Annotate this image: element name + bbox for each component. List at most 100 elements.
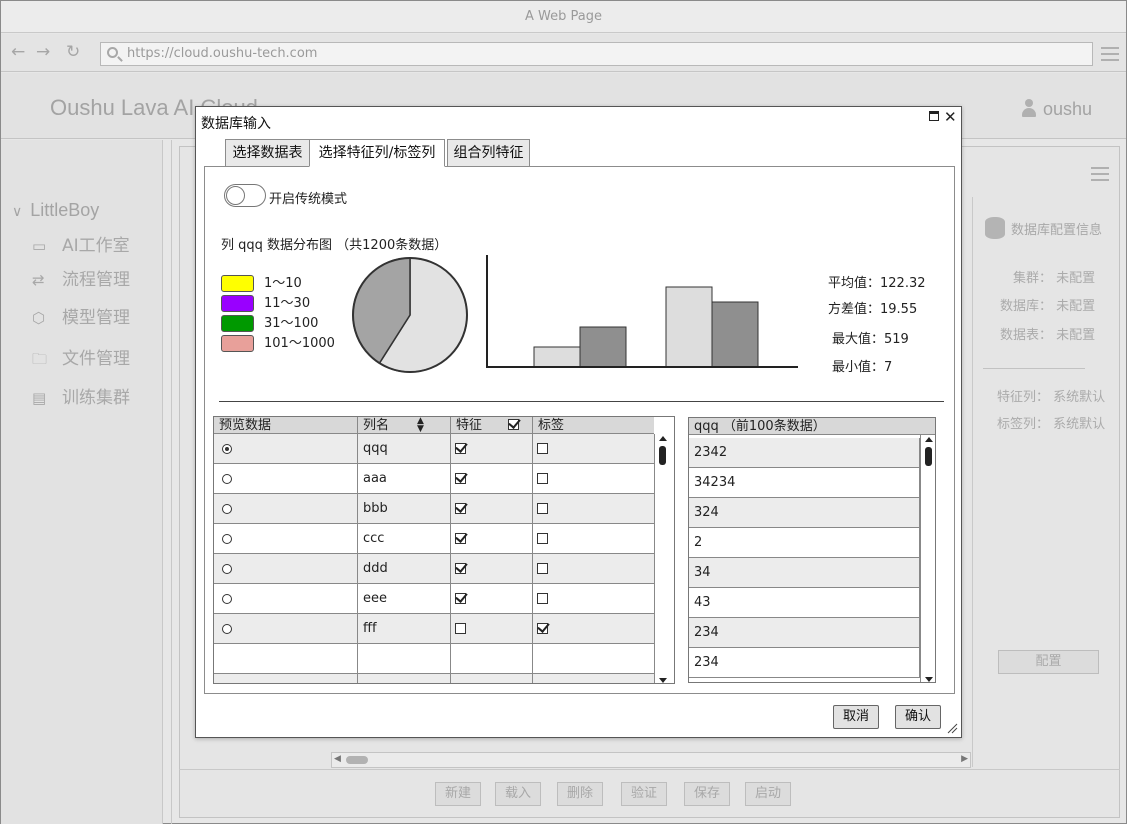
- sidebar-item-flow[interactable]: ⇄ 流程管理: [32, 265, 130, 290]
- preview-header: qqq （前100条数据）: [689, 418, 935, 435]
- preview-row: 234: [689, 618, 920, 648]
- db-config-title: 数据库配置信息: [985, 217, 1102, 239]
- col-header-name[interactable]: 列名 ▲ ▼: [358, 417, 451, 434]
- legend-swatch: [221, 315, 254, 332]
- sidebar-item-label: 文件管理: [62, 349, 130, 369]
- bar: [711, 301, 759, 368]
- label-cell: [533, 614, 654, 644]
- tab-select-table[interactable]: 选择数据表: [225, 139, 310, 167]
- empty-cell: [358, 644, 451, 674]
- preview-scrollbar[interactable]: [920, 435, 935, 682]
- scroll-down-icon[interactable]: [659, 678, 667, 683]
- stat-max: 最大值：519: [832, 332, 909, 347]
- label-checkbox[interactable]: [537, 563, 548, 574]
- forward-icon[interactable]: →: [36, 43, 50, 61]
- scroll-up-icon[interactable]: [659, 436, 667, 441]
- validate-button[interactable]: 验证: [621, 782, 668, 806]
- user-menu[interactable]: oushu: [1021, 99, 1092, 120]
- feature-checkbox[interactable]: [455, 503, 466, 514]
- section-divider: [219, 401, 944, 402]
- table-row[interactable]: bbb: [214, 494, 654, 524]
- sidebar-item-model[interactable]: ⬡ 模型管理: [32, 303, 130, 328]
- address-bar[interactable]: https://cloud.oushu-tech.com: [100, 42, 1093, 66]
- confirm-button[interactable]: 确认: [895, 705, 941, 729]
- label-checkbox[interactable]: [537, 593, 548, 604]
- col-header-feature[interactable]: 特征: [451, 417, 533, 434]
- new-button[interactable]: 新建: [435, 782, 482, 806]
- sidebar-group[interactable]: ∨ LittleBoy: [12, 200, 99, 221]
- scroll-thumb[interactable]: [925, 447, 932, 466]
- delete-button[interactable]: 删除: [557, 782, 604, 806]
- save-button[interactable]: 保存: [684, 782, 731, 806]
- start-button[interactable]: 启动: [745, 782, 792, 806]
- label-checkbox[interactable]: [537, 623, 548, 634]
- cancel-button[interactable]: 取消: [833, 705, 879, 729]
- server-icon: ▤: [32, 389, 47, 407]
- label-checkbox[interactable]: [537, 443, 548, 454]
- scroll-right-icon[interactable]: ▶: [961, 754, 968, 764]
- label-checkbox[interactable]: [537, 473, 548, 484]
- scroll-thumb[interactable]: [659, 446, 666, 465]
- preview-value: 234: [694, 625, 719, 640]
- traditional-mode-toggle[interactable]: [224, 184, 266, 207]
- feature-cell: [451, 614, 533, 644]
- scroll-down-icon[interactable]: [925, 677, 933, 682]
- preview-value: 34: [694, 565, 711, 580]
- sort-icon[interactable]: ▲ ▼: [417, 417, 424, 434]
- scroll-left-icon[interactable]: ◀: [334, 754, 341, 764]
- maximize-icon[interactable]: [929, 111, 939, 121]
- sidebar-item-cluster[interactable]: ▤ 训练集群: [32, 383, 130, 408]
- feature-checkbox[interactable]: [455, 533, 466, 544]
- tab-combine-features[interactable]: 组合列特征: [447, 139, 530, 167]
- scroll-thumb[interactable]: [346, 756, 368, 764]
- sidebar-item-file[interactable]: 🗀 文件管理: [32, 344, 130, 374]
- legend-label: 1～10: [264, 276, 302, 291]
- preview-radio[interactable]: [222, 534, 232, 544]
- table-row[interactable]: ccc: [214, 524, 654, 554]
- feature-cell: [451, 464, 533, 494]
- arrows-icon: ⇄: [32, 271, 45, 289]
- preview-radio[interactable]: [222, 504, 232, 514]
- preview-radio[interactable]: [222, 624, 232, 634]
- scroll-up-icon[interactable]: [925, 437, 933, 442]
- label-checkbox[interactable]: [537, 503, 548, 514]
- config-database: 数据库： 未配置: [1000, 299, 1096, 314]
- close-icon[interactable]: ✕: [944, 108, 957, 126]
- sidebar-divider: [171, 140, 172, 824]
- horizontal-scrollbar[interactable]: ◀ ▶: [331, 752, 971, 768]
- sidebar-item-ai-studio[interactable]: ▭ AI工作室: [32, 231, 130, 256]
- load-button[interactable]: 载入: [495, 782, 542, 806]
- resize-grip-icon[interactable]: [947, 723, 958, 734]
- label-checkbox[interactable]: [537, 533, 548, 544]
- cube-icon: ⬡: [32, 309, 46, 327]
- preview-value: 34234: [694, 475, 736, 490]
- feature-checkbox[interactable]: [455, 473, 466, 484]
- table-row[interactable]: aaa: [214, 464, 654, 494]
- content-menu-icon[interactable]: [1091, 167, 1109, 181]
- table-scrollbar[interactable]: [654, 434, 671, 683]
- feature-checkbox[interactable]: [455, 563, 466, 574]
- feature-checkbox[interactable]: [455, 443, 466, 454]
- preview-table: qqq （前100条数据） 2342 34234 324 2 34 43 234 234: [688, 417, 936, 683]
- browser-menu-icon[interactable]: [1101, 47, 1119, 61]
- back-icon[interactable]: ←: [11, 43, 25, 61]
- table-row[interactable]: eee: [214, 584, 654, 614]
- table-row: [214, 644, 654, 674]
- config-button[interactable]: 配置: [998, 650, 1099, 674]
- preview-header-text: qqq （前100条数据）: [694, 419, 826, 434]
- reload-icon[interactable]: ↻: [66, 43, 80, 61]
- preview-radio[interactable]: [222, 444, 232, 454]
- preview-radio[interactable]: [222, 474, 232, 484]
- table-row[interactable]: qqq: [214, 434, 654, 464]
- stat-mean: 平均值：122.32: [828, 276, 926, 291]
- table-row[interactable]: fff: [214, 614, 654, 644]
- select-all-feature-checkbox[interactable]: [508, 419, 519, 430]
- feature-checkbox[interactable]: [455, 593, 466, 604]
- empty-cell: [533, 644, 654, 674]
- preview-radio[interactable]: [222, 594, 232, 604]
- tab-select-columns[interactable]: 选择特征列/标签列: [309, 139, 445, 167]
- table-row[interactable]: ddd: [214, 554, 654, 584]
- preview-radio[interactable]: [222, 564, 232, 574]
- feature-checkbox[interactable]: [455, 623, 466, 634]
- bar: [665, 286, 713, 368]
